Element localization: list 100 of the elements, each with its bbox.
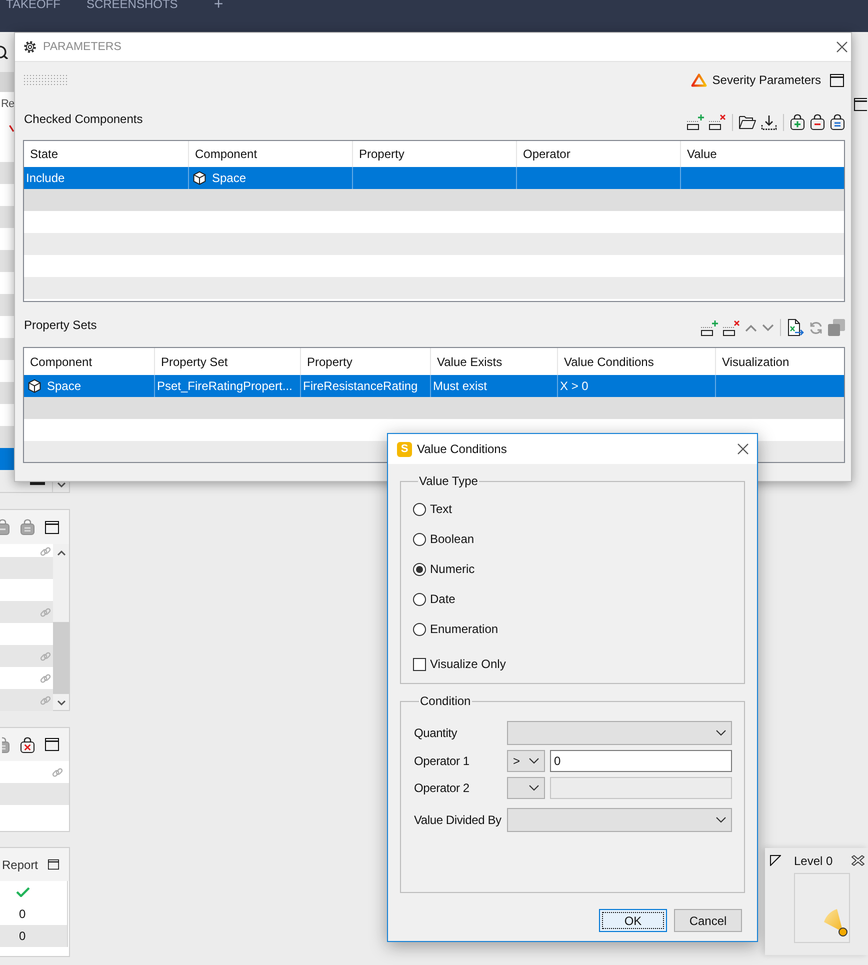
chevron-down-icon bbox=[529, 785, 539, 791]
text-field[interactable]: 0 bbox=[550, 750, 732, 772]
slash-icon[interactable] bbox=[9, 124, 14, 132]
check-icon bbox=[16, 887, 30, 897]
table-cell: Space bbox=[212, 171, 246, 185]
row-plus-icon[interactable] bbox=[701, 320, 718, 336]
chevron-up-icon[interactable] bbox=[745, 324, 757, 332]
scrollbar[interactable] bbox=[53, 544, 69, 710]
window-title: PARAMETERS bbox=[43, 41, 122, 53]
close-icon[interactable] bbox=[836, 41, 848, 53]
field-label: Value Divided By bbox=[414, 813, 502, 827]
app-logo: S bbox=[397, 442, 412, 456]
corner-triangle-icon[interactable] bbox=[770, 855, 781, 866]
table-cell: FireResistanceRating bbox=[303, 379, 418, 393]
window-icon[interactable] bbox=[45, 738, 59, 751]
row-x-icon[interactable] bbox=[709, 114, 726, 130]
list-row[interactable] bbox=[0, 206, 14, 228]
panel-title: Re bbox=[0, 98, 14, 110]
option-label: Date bbox=[430, 592, 456, 606]
list-row[interactable] bbox=[0, 601, 53, 623]
chevron-down-icon[interactable] bbox=[56, 482, 66, 488]
list-row[interactable] bbox=[0, 404, 14, 426]
window-title: Value Conditions bbox=[417, 442, 507, 456]
refresh-icon[interactable] bbox=[809, 320, 823, 334]
triangle-icon bbox=[691, 73, 708, 87]
document-arrow-icon[interactable] bbox=[787, 319, 804, 336]
list-row[interactable] bbox=[0, 338, 14, 360]
scrollbar-thumb[interactable] bbox=[53, 622, 69, 694]
group-label: Condition bbox=[419, 694, 472, 708]
dialog-button[interactable]: OK bbox=[599, 909, 667, 932]
section-title: Checked Components bbox=[23, 112, 143, 126]
list-row[interactable] bbox=[0, 645, 53, 667]
radio-button[interactable] bbox=[413, 502, 426, 516]
field-label: Quantity bbox=[414, 726, 458, 740]
option-label: Boolean bbox=[430, 532, 474, 546]
chevron-down-icon[interactable] bbox=[762, 324, 774, 332]
close-icon[interactable] bbox=[737, 443, 749, 455]
dash-icon bbox=[30, 482, 45, 485]
list-row[interactable] bbox=[0, 272, 14, 294]
add-tab-button[interactable]: + bbox=[214, 0, 224, 10]
table-cell: Pset_FireRatingPropert... bbox=[157, 379, 292, 393]
folder-icon[interactable] bbox=[739, 115, 756, 129]
dropdown[interactable] bbox=[507, 777, 545, 799]
padlock-minus-icon[interactable] bbox=[810, 114, 825, 130]
list-row[interactable] bbox=[0, 140, 14, 162]
list-row[interactable] bbox=[0, 250, 14, 272]
chevron-down-icon bbox=[716, 730, 726, 736]
list-row[interactable] bbox=[0, 382, 14, 404]
row-x-icon[interactable] bbox=[723, 320, 740, 336]
list-row[interactable] bbox=[0, 228, 14, 250]
table-row[interactable]: Include Space bbox=[24, 167, 844, 189]
cube-icon bbox=[193, 171, 206, 185]
radio-button[interactable] bbox=[413, 532, 426, 546]
padlock-x-icon[interactable] bbox=[20, 736, 35, 752]
chevron-up-icon[interactable] bbox=[56, 550, 66, 556]
list-row[interactable] bbox=[0, 426, 14, 448]
search-icon[interactable] bbox=[0, 45, 8, 59]
window-icon[interactable] bbox=[854, 98, 867, 111]
chevron-down-icon bbox=[716, 817, 726, 823]
checkbox[interactable] bbox=[413, 658, 426, 670]
dropdown[interactable] bbox=[507, 721, 732, 745]
window-icon[interactable] bbox=[48, 858, 59, 871]
column-header[interactable]: State bbox=[24, 141, 188, 167]
section-title: Property Sets bbox=[23, 318, 97, 332]
table-cell: X > 0 bbox=[560, 379, 588, 393]
cross-icon[interactable] bbox=[851, 855, 865, 866]
list-row[interactable] bbox=[0, 184, 14, 206]
option-label: Enumeration bbox=[430, 622, 498, 636]
list-row[interactable] bbox=[0, 360, 14, 382]
dropdown[interactable]: > bbox=[507, 750, 545, 772]
view-cone-icon bbox=[822, 907, 848, 937]
table-cell: Include bbox=[26, 171, 65, 185]
radio-button[interactable] bbox=[413, 622, 426, 636]
window-icon[interactable] bbox=[45, 520, 59, 534]
row-plus-icon[interactable] bbox=[687, 114, 704, 130]
download-icon[interactable] bbox=[761, 114, 777, 130]
window-icon[interactable] bbox=[830, 74, 844, 86]
column-header[interactable]: Component bbox=[24, 348, 154, 375]
padlock-equals-icon[interactable] bbox=[830, 114, 845, 130]
option-label: Numeric bbox=[430, 562, 475, 576]
padlock-plus-icon[interactable] bbox=[790, 114, 805, 130]
chevron-down-icon bbox=[529, 758, 539, 764]
list-row[interactable] bbox=[0, 162, 14, 184]
table-row[interactable]: Space Pset_FireRatingPropert... FireResistanceRating Must exist X > 0 bbox=[24, 375, 844, 397]
padlock-icon[interactable] bbox=[2, 736, 10, 752]
level-label: Level 0 bbox=[794, 854, 833, 868]
dropdown[interactable] bbox=[507, 808, 732, 832]
severity-button[interactable]: Severity Parameters bbox=[691, 73, 821, 87]
stack-icon[interactable] bbox=[828, 319, 845, 336]
radio-button[interactable] bbox=[413, 562, 426, 576]
option-label: Text bbox=[430, 502, 452, 516]
list-row[interactable] bbox=[0, 294, 14, 316]
radio-button[interactable] bbox=[413, 592, 426, 606]
cube-icon bbox=[28, 379, 41, 393]
dialog-button[interactable]: Cancel bbox=[674, 909, 742, 932]
panel-header bbox=[0, 72, 14, 92]
chevron-down-icon[interactable] bbox=[56, 700, 66, 706]
table-cell: Space bbox=[47, 379, 82, 393]
list-row[interactable] bbox=[0, 316, 14, 338]
cell-value: 0 bbox=[19, 929, 26, 943]
